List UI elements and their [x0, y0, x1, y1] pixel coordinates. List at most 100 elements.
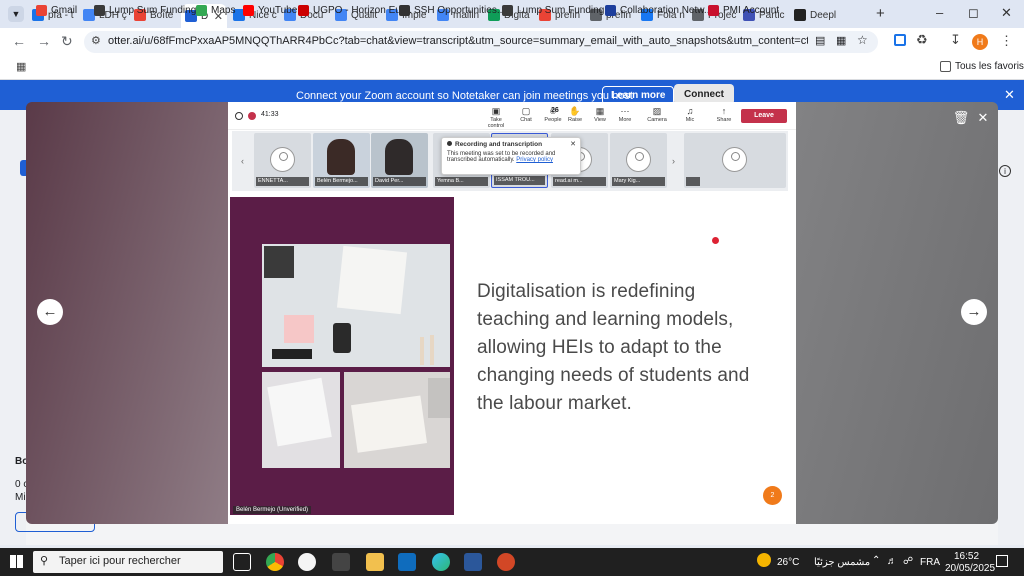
meeting-control-raise[interactable]: ✋ Raise: [562, 106, 588, 123]
people-count: 26: [551, 107, 559, 114]
url-text[interactable]: otter.ai/u/68fFmcPxxaAP5MNQQThARR4PbCc?t…: [108, 35, 808, 47]
tab-label: Deepl: [810, 9, 837, 21]
participant-tile[interactable]: Belén Bermejo...: [313, 133, 370, 188]
participant-tile[interactable]: Mary Kig...: [610, 133, 667, 188]
tab-16[interactable]: Deepl: [790, 4, 839, 26]
meeting-control-mic[interactable]: ♫ Mic: [677, 106, 703, 123]
meeting-control-more[interactable]: ⋯ More: [612, 106, 638, 123]
bookmarks-bar: [0, 56, 1024, 80]
bookmark-item[interactable]: Gmail: [36, 5, 77, 16]
puzzle-icon[interactable]: ♻: [916, 32, 928, 48]
extension-icon[interactable]: [894, 34, 906, 46]
clock-date[interactable]: 20/05/2025: [945, 563, 995, 574]
taskbar-search-input[interactable]: ⚲ Taper ici pour rechercher: [33, 551, 223, 573]
popup-title: Recording and transcription: [455, 141, 543, 148]
file-explorer-icon[interactable]: [366, 553, 384, 571]
participant-tile[interactable]: [684, 133, 786, 188]
bookmark-icon: [502, 5, 513, 16]
clock-time[interactable]: 16:52: [954, 551, 979, 562]
control-icon: ✋: [569, 106, 581, 116]
avatar[interactable]: H: [972, 34, 988, 50]
tab-search-button[interactable]: ▼: [8, 6, 24, 22]
control-label: More: [618, 117, 632, 123]
bookmark-icon: [399, 5, 410, 16]
forward-button[interactable]: →: [37, 33, 51, 49]
control-label: Raise: [567, 117, 583, 123]
word-icon[interactable]: [464, 553, 482, 571]
popup-close-icon[interactable]: ✕: [570, 140, 576, 148]
bookmark-label: Lump Sum Funding...: [109, 5, 205, 16]
install-app-icon[interactable]: ▤: [815, 34, 825, 47]
bookmark-item[interactable]: Lump Sum Funding...: [94, 5, 205, 16]
participant-name: Yemna B...: [435, 177, 488, 186]
menu-kebab-icon[interactable]: ⋮: [1000, 33, 1013, 49]
notification-icon[interactable]: [996, 555, 1008, 567]
avatar-icon: [722, 147, 747, 172]
bookmark-star-icon[interactable]: ☆: [857, 33, 868, 47]
bookmark-label: Maps: [211, 5, 236, 16]
control-label: Share: [716, 117, 732, 123]
windows-start-icon[interactable]: [10, 555, 23, 568]
bookmark-item[interactable]: Maps: [196, 5, 235, 16]
bookmark-label: UGPO - Horizon Eur...: [313, 5, 412, 16]
participant-name: read.ai m...: [553, 177, 606, 186]
meeting-control-chat[interactable]: ▢ Chat: [513, 106, 539, 123]
bookmark-item[interactable]: PMI Account: [708, 5, 779, 16]
next-arrow-icon[interactable]: →: [961, 299, 987, 325]
info-icon[interactable]: i: [999, 165, 1011, 177]
back-button[interactable]: ←: [12, 33, 26, 49]
close-window-button[interactable]: ✕: [1001, 5, 1012, 21]
strip-prev-icon[interactable]: ‹: [241, 156, 244, 166]
control-icon: ♫: [686, 106, 694, 116]
meeting-control-view[interactable]: ▦ View: [587, 106, 613, 123]
address-bar[interactable]: ⚙ otter.ai/u/68fFmcPxxaAP5MNQQThARR4PbCc…: [84, 31, 878, 53]
control-icon: ▦: [595, 106, 605, 116]
close-overlay-icon[interactable]: ✕: [974, 110, 992, 128]
strip-next-icon[interactable]: ›: [672, 156, 675, 166]
outlook-icon[interactable]: [398, 553, 416, 571]
bookmark-item[interactable]: UGPO - Horizon Eur...: [298, 5, 412, 16]
participant-tile[interactable]: David Per...: [371, 133, 428, 188]
meeting-control-share[interactable]: ↑ Share: [711, 106, 737, 123]
bookmark-icon: [708, 5, 719, 16]
meeting-control-camera[interactable]: ▨ Camera: [644, 106, 670, 123]
translate-icon[interactable]: ▦: [836, 34, 846, 47]
leave-button[interactable]: Leave: [741, 109, 787, 123]
bookmark-item[interactable]: Lump Sum Funding...: [502, 5, 613, 16]
chrome-icon[interactable]: [266, 553, 284, 571]
weather-temp[interactable]: 26°C: [777, 557, 799, 568]
download-icon[interactable]: ↧: [950, 32, 961, 48]
maximize-button[interactable]: ◻: [968, 5, 979, 21]
store-icon[interactable]: [332, 553, 350, 571]
bookmark-label: YouTube: [258, 5, 298, 16]
apps-grid-icon[interactable]: ▦: [16, 60, 26, 73]
site-info-icon[interactable]: ⚙: [91, 34, 101, 47]
privacy-policy-link[interactable]: Privacy policy: [516, 157, 553, 163]
volume-icon[interactable]: ♬: [887, 556, 897, 567]
bookmark-item[interactable]: SSH Opportunities...: [399, 5, 505, 16]
bookmark-icon: [36, 5, 47, 16]
brave-icon[interactable]: [298, 553, 316, 571]
participant-name: ENNETTA...: [256, 177, 309, 186]
control-label: Mic: [685, 117, 695, 123]
new-tab-button[interactable]: +: [876, 5, 885, 22]
task-view-icon[interactable]: [233, 553, 251, 571]
bookmark-item[interactable]: Collaboration Netw...: [605, 5, 712, 16]
participant-tile[interactable]: ENNETTA...: [254, 133, 311, 188]
close-icon[interactable]: ✕: [1004, 87, 1015, 103]
reload-button[interactable]: ↻: [61, 33, 73, 50]
show-hidden-icon[interactable]: ⌃: [872, 555, 880, 566]
control-label: Chat: [520, 117, 532, 123]
powerpoint-icon[interactable]: [497, 553, 515, 571]
all-bookmarks[interactable]: Tous les favoris: [940, 61, 1024, 72]
delete-icon[interactable]: 🗑: [952, 110, 970, 128]
edge-icon[interactable]: [432, 553, 450, 571]
minimize-button[interactable]: –: [936, 5, 943, 20]
network-icon[interactable]: ☍: [903, 556, 913, 567]
meeting-control-take-control[interactable]: ▣ Take control: [483, 106, 509, 129]
bookmark-label: Gmail: [51, 5, 78, 16]
bookmark-item[interactable]: YouTube: [243, 5, 297, 16]
all-bookmarks-label: Tous les favoris: [955, 61, 1024, 72]
language-indicator[interactable]: FRA: [920, 557, 940, 568]
previous-arrow-icon[interactable]: ←: [37, 299, 63, 325]
